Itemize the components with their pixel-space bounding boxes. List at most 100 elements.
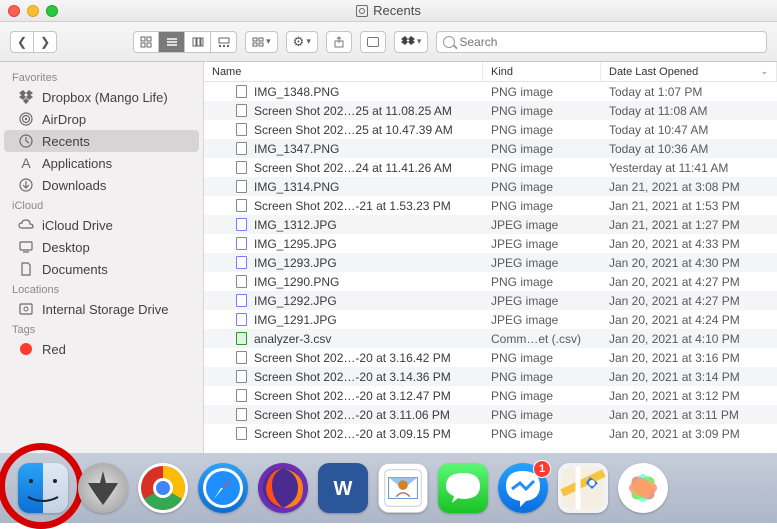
file-kind: PNG image	[483, 275, 601, 289]
dock-mail-icon[interactable]	[378, 463, 428, 513]
file-icon	[234, 218, 248, 232]
file-date: Jan 20, 2021 at 4:27 PM	[601, 275, 777, 289]
sidebar-item-recents[interactable]: Recents	[4, 130, 199, 152]
notification-badge: 1	[533, 460, 551, 478]
sidebar-item-airdrop[interactable]: AirDrop	[4, 108, 199, 130]
file-name: Screen Shot 202…25 at 10.47.39 AM	[254, 123, 453, 137]
file-row[interactable]: IMG_1312.JPGJPEG imageJan 21, 2021 at 1:…	[204, 215, 777, 234]
dock-finder-icon[interactable]	[18, 463, 68, 513]
search-input[interactable]	[459, 35, 760, 49]
file-name: IMG_1347.PNG	[254, 142, 339, 156]
sidebar-item-tag[interactable]: Red	[4, 338, 199, 360]
sidebar-header: Locations	[0, 280, 203, 298]
dock-word-icon[interactable]: W	[318, 463, 368, 513]
back-button[interactable]: ❮	[10, 31, 34, 53]
file-date: Jan 20, 2021 at 3:14 PM	[601, 370, 777, 384]
file-row[interactable]: IMG_1291.JPGJPEG imageJan 20, 2021 at 4:…	[204, 310, 777, 329]
fullscreen-window-button[interactable]	[46, 5, 58, 17]
toolbar: ❮ ❯ ▾ ⚙▾ ▾	[0, 22, 777, 62]
file-kind: PNG image	[483, 180, 601, 194]
sidebar-item-icloud[interactable]: iCloud Drive	[4, 214, 199, 236]
file-row[interactable]: IMG_1295.JPGJPEG imageJan 20, 2021 at 4:…	[204, 234, 777, 253]
file-icon	[234, 237, 248, 251]
file-kind: PNG image	[483, 389, 601, 403]
forward-button[interactable]: ❯	[34, 31, 57, 53]
file-icon	[234, 351, 248, 365]
column-kind[interactable]: Kind	[483, 62, 601, 81]
gallery-view-button[interactable]	[211, 31, 237, 53]
file-row[interactable]: IMG_1314.PNGPNG imageJan 21, 2021 at 3:0…	[204, 177, 777, 196]
dock-maps-icon[interactable]	[558, 463, 608, 513]
file-row[interactable]: IMG_1290.PNG PNG imageJan 20, 2021 at 4:2…	[204, 272, 777, 291]
file-row[interactable]: IMG_1347.PNGPNG imageToday at 10:36 AM	[204, 139, 777, 158]
file-date: Jan 21, 2021 at 3:08 PM	[601, 180, 777, 194]
file-row[interactable]: Screen Shot 202…-20 at 3.12.47 PMPNG ima…	[204, 386, 777, 405]
file-kind: PNG image	[483, 142, 601, 156]
file-date: Jan 20, 2021 at 3:09 PM	[601, 427, 777, 441]
file-icon	[234, 256, 248, 270]
file-name: IMG_1290.PNG	[254, 275, 339, 289]
file-kind: PNG image	[483, 408, 601, 422]
column-date[interactable]: Date Last Opened⌄	[601, 62, 777, 81]
action-menu-button[interactable]: ⚙▾	[286, 31, 318, 53]
recents-icon	[18, 133, 34, 149]
list-view-button[interactable]	[159, 31, 185, 53]
sidebar-item-documents[interactable]: Documents	[4, 258, 199, 280]
tag-icon	[18, 341, 34, 357]
dock-safari-icon[interactable]	[198, 463, 248, 513]
file-date: Jan 20, 2021 at 3:11 PM	[601, 408, 777, 422]
sort-chevron-icon: ⌄	[760, 66, 768, 77]
file-row[interactable]: IMG_1292.JPGJPEG imageJan 20, 2021 at 4:…	[204, 291, 777, 310]
group-by-button[interactable]: ▾	[245, 31, 278, 53]
file-row[interactable]: Screen Shot 202…-21 at 1.53.23 PMPNG ima…	[204, 196, 777, 215]
file-row[interactable]: IMG_1293.JPGJPEG imageJan 20, 2021 at 4:…	[204, 253, 777, 272]
file-row[interactable]: IMG_1348.PNGPNG imageToday at 1:07 PM	[204, 82, 777, 101]
sidebar-item-apps[interactable]: A Applications	[4, 152, 199, 174]
file-row[interactable]: Screen Shot 202…-20 at 3.11.06 PM PNG ima…	[204, 405, 777, 424]
sidebar-item-desktop[interactable]: Desktop	[4, 236, 199, 258]
sidebar-item-label: Applications	[42, 156, 112, 171]
svg-text:A: A	[21, 155, 31, 171]
sidebar-item-dropbox[interactable]: Dropbox (Mango Life)	[4, 86, 199, 108]
file-row[interactable]: Screen Shot 202…-20 at 3.16.42 PMPNG ima…	[204, 348, 777, 367]
search-field[interactable]	[436, 31, 767, 53]
file-row[interactable]: analyzer-3.csvComm…et (.csv)Jan 20, 2021…	[204, 329, 777, 348]
file-icon	[234, 199, 248, 213]
file-row[interactable]: Screen Shot 202…-20 at 3.14.36 PMPNG ima…	[204, 367, 777, 386]
window-title: Recents	[0, 3, 777, 18]
file-name: Screen Shot 202…-20 at 3.11.06 PM	[254, 408, 450, 422]
file-date: Jan 20, 2021 at 3:12 PM	[601, 389, 777, 403]
tags-button[interactable]	[360, 31, 386, 53]
file-icon	[234, 104, 248, 118]
icloud-icon	[18, 217, 34, 233]
apps-icon: A	[18, 155, 34, 171]
dock-launchpad-icon[interactable]	[78, 463, 128, 513]
close-window-button[interactable]	[8, 5, 20, 17]
dock-messenger-icon[interactable]: 1	[498, 463, 548, 513]
file-kind: Comm…et (.csv)	[483, 332, 601, 346]
sidebar-item-label: Internal Storage Drive	[42, 302, 168, 317]
file-list: Name Kind Date Last Opened⌄ IMG_1348.PNG…	[204, 62, 777, 453]
dock-firefox-icon[interactable]	[258, 463, 308, 513]
dock-photos-icon[interactable]	[618, 463, 668, 513]
dock-chrome-icon[interactable]	[138, 463, 188, 513]
sidebar-item-drive[interactable]: Internal Storage Drive	[4, 298, 199, 320]
icon-view-button[interactable]	[133, 31, 159, 53]
share-button[interactable]	[326, 31, 352, 53]
dock-messages-icon[interactable]	[438, 463, 488, 513]
minimize-window-button[interactable]	[27, 5, 39, 17]
file-icon	[234, 142, 248, 156]
column-view-button[interactable]	[185, 31, 211, 53]
file-row[interactable]: Screen Shot 202…25 at 10.47.39 AMPNG ima…	[204, 120, 777, 139]
file-row[interactable]: Screen Shot 202…-20 at 3.09.15 PMPNG ima…	[204, 424, 777, 443]
file-icon	[234, 389, 248, 403]
file-name: IMG_1295.JPG	[254, 237, 337, 251]
column-name[interactable]: Name	[204, 62, 483, 81]
dropbox-button[interactable]: ▾	[394, 31, 429, 53]
file-row[interactable]: Screen Shot 202…24 at 11.41.26 AMPNG ima…	[204, 158, 777, 177]
column-headers: Name Kind Date Last Opened⌄	[204, 62, 777, 82]
sidebar-item-downloads[interactable]: Downloads	[4, 174, 199, 196]
file-row[interactable]: Screen Shot 202…25 at 11.08.25 AMPNG ima…	[204, 101, 777, 120]
file-icon	[234, 161, 248, 175]
sidebar-item-label: Desktop	[42, 240, 90, 255]
